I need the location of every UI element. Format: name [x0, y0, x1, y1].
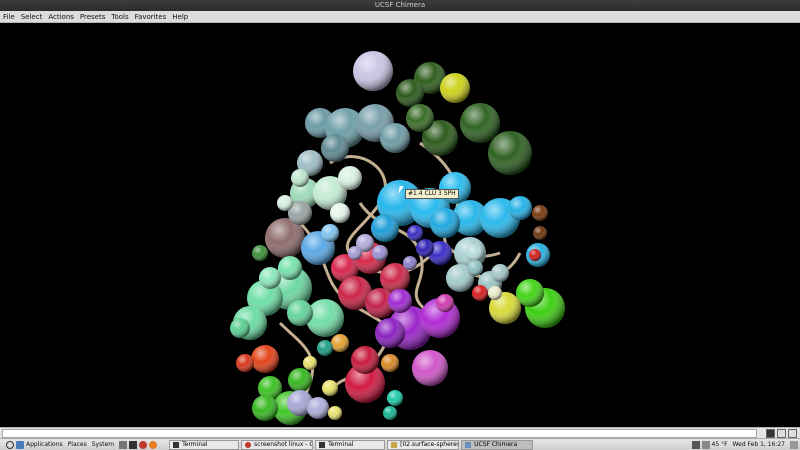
command-close-button[interactable] [788, 429, 797, 438]
menu-select[interactable]: Select [21, 11, 43, 23]
command-options-button[interactable] [777, 429, 786, 438]
firefox-launcher-icon[interactable] [149, 440, 158, 449]
menu-actions[interactable]: Actions [48, 11, 74, 23]
places-menu[interactable]: Places [68, 441, 87, 448]
applications-menu[interactable]: Applications [26, 441, 63, 448]
menu-help[interactable]: Help [172, 11, 188, 23]
chrome-icon [245, 441, 252, 448]
console-launcher-icon[interactable] [129, 440, 138, 449]
chimera-icon [465, 441, 472, 448]
applications-menu-icon [16, 440, 24, 449]
network-icon[interactable] [691, 440, 700, 449]
weather-temperature[interactable]: 45 °F [712, 441, 728, 448]
command-line-bar [0, 427, 800, 438]
system-taskbar: Applications Places System Terminal scre… [0, 438, 800, 450]
window-title: UCSF Chimera [374, 1, 426, 9]
terminal-icon [319, 441, 326, 448]
menu-file[interactable]: File [3, 11, 15, 23]
menu-favorites[interactable]: Favorites [135, 11, 167, 23]
window-title-bar[interactable]: UCSF Chimera [0, 0, 800, 11]
command-history-button[interactable] [766, 429, 775, 438]
command-line-input[interactable] [2, 429, 757, 438]
taskbar-item-file-manager[interactable]: [02.surface-spheres] [387, 439, 460, 450]
browser-launcher-icon[interactable] [139, 440, 148, 449]
show-desktop-icon[interactable] [790, 440, 798, 449]
taskbar-item-browser[interactable]: screenshot linux - Go... [241, 439, 314, 450]
terminal-launcher-icon[interactable] [119, 440, 128, 449]
taskbar-item-terminal-1[interactable]: Terminal [169, 439, 240, 450]
volume-icon[interactable] [701, 440, 710, 449]
molecule-render [230, 51, 565, 425]
menu-presets[interactable]: Presets [80, 11, 105, 23]
power-icon[interactable] [6, 440, 14, 449]
atom-hover-tooltip: #1.4 CLU 3 SPH [405, 189, 459, 199]
taskbar-item-terminal-2[interactable]: Terminal [315, 439, 386, 450]
molecule-graphics-viewport[interactable]: #1.4 CLU 3 SPH [0, 23, 800, 427]
menu-tools[interactable]: Tools [111, 11, 128, 23]
taskbar-item-chimera[interactable]: UCSF Chimera [461, 439, 534, 450]
menu-bar: File Select Actions Presets Tools Favori… [0, 11, 800, 23]
system-menu[interactable]: System [92, 441, 114, 448]
clock[interactable]: Wed Feb 1, 16:27 [733, 441, 785, 448]
sphere-cluster [230, 51, 565, 425]
folder-icon [391, 441, 398, 448]
terminal-icon [173, 441, 180, 448]
